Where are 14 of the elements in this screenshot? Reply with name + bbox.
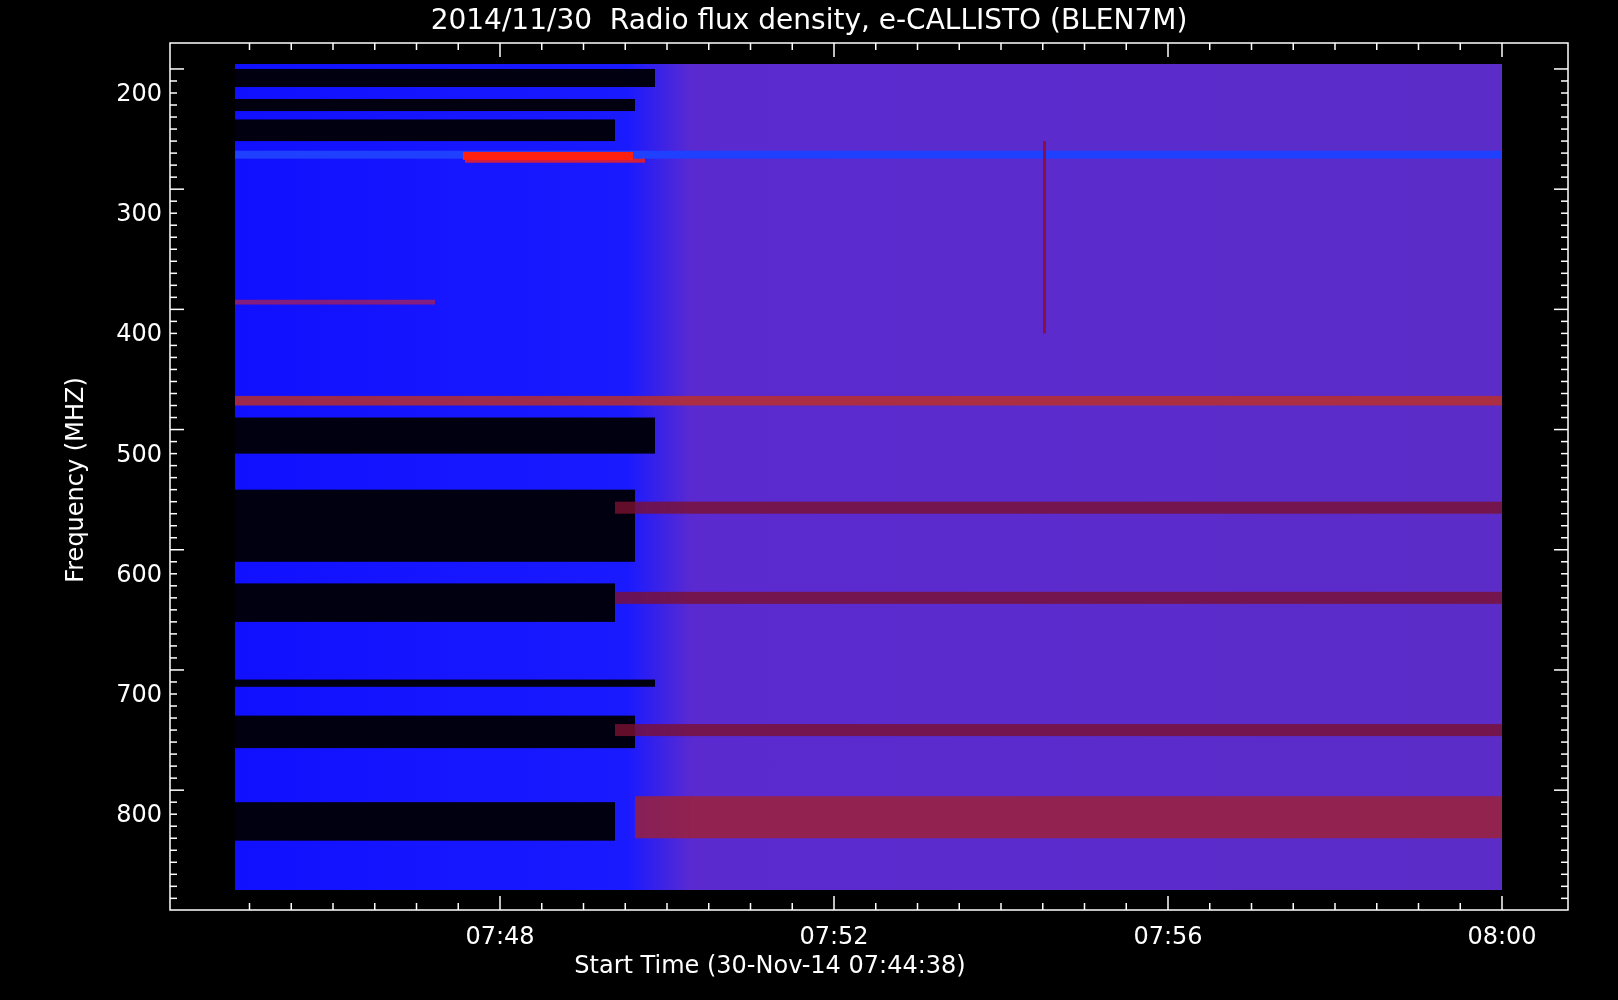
y-tick-label: 400 [115, 319, 162, 348]
y-tick-label: 200 [115, 79, 162, 107]
x-tick-label: 07:48 [464, 922, 536, 950]
chart-title: 2014/11/30 Radio flux density, e-CALLISTO (BLEN7M) [429, 2, 1189, 38]
y-tick-label: 800 [115, 800, 162, 829]
x-axis-label: Start Time (30-Nov-14 07:44:38) [573, 951, 967, 979]
y-tick-label: 600 [115, 559, 162, 588]
y-tick-label: 300 [115, 199, 162, 228]
x-tick-label: 07:56 [1132, 922, 1204, 950]
x-tick-label: 08:00 [1466, 922, 1538, 950]
y-axis-label: Frequency (MHZ) [61, 376, 89, 585]
x-tick-label: 07:52 [798, 922, 870, 950]
y-tick-label: 700 [115, 680, 162, 708]
y-tick-label: 500 [115, 439, 162, 468]
